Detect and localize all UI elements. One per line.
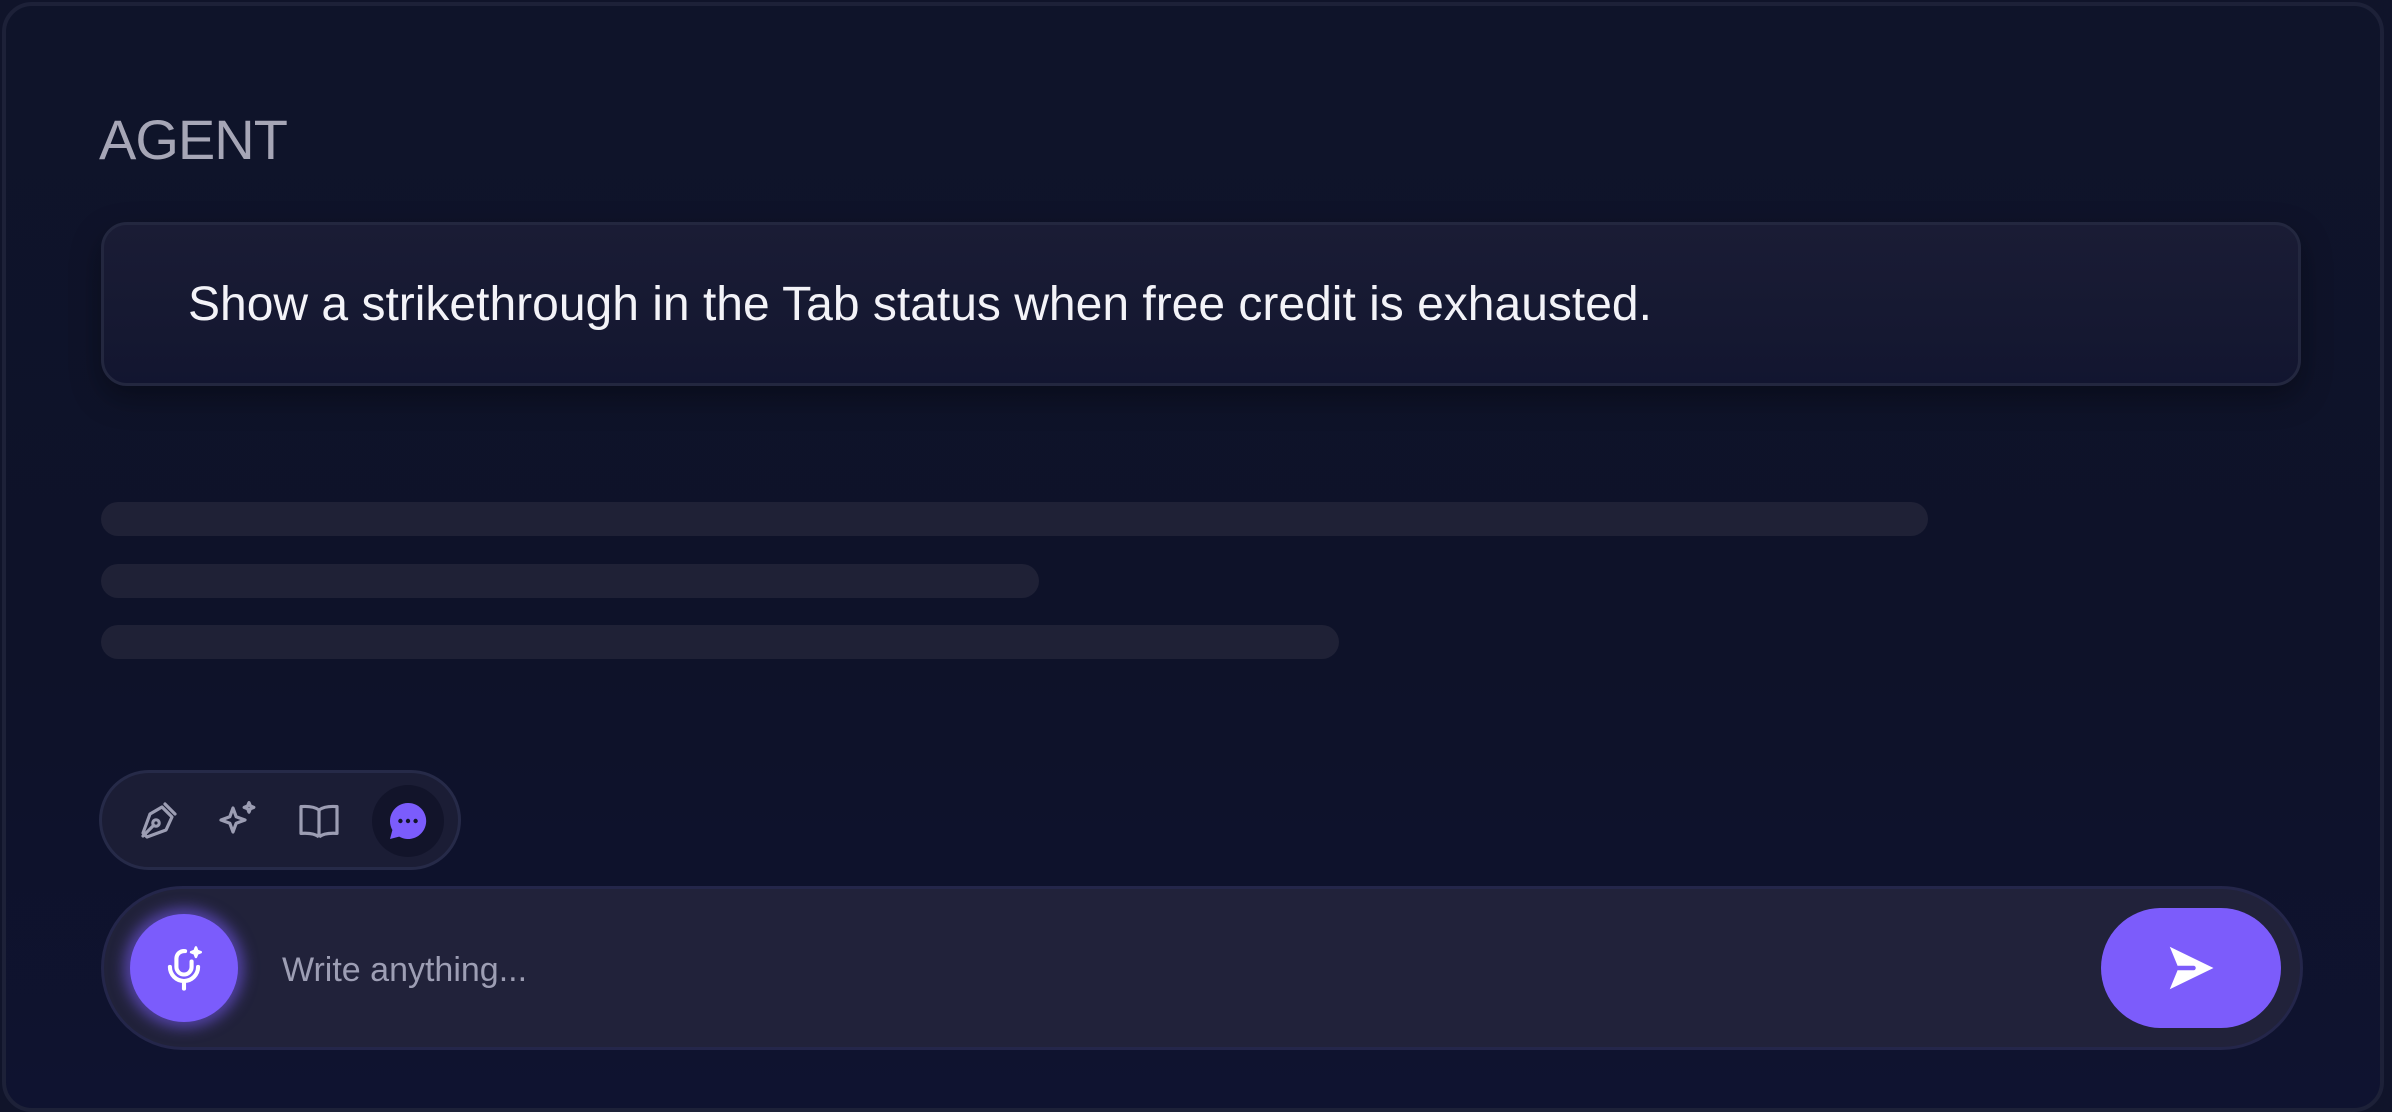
- user-prompt-text: Show a strikethrough in the Tab status w…: [188, 278, 1652, 331]
- mode-selector: [99, 770, 461, 870]
- loading-skeleton-line: [101, 564, 1039, 598]
- send-icon: [2169, 946, 2214, 990]
- mode-button-chat[interactable]: [372, 785, 444, 857]
- pen-tool-icon: [141, 802, 177, 839]
- book-open-icon: [299, 804, 339, 839]
- composer: [101, 886, 2303, 1050]
- loading-skeleton-line: [101, 502, 1928, 536]
- mode-button-docs[interactable]: [283, 785, 355, 857]
- message-input[interactable]: [280, 929, 2084, 1011]
- loading-skeleton-line: [101, 625, 1339, 659]
- voice-input-button[interactable]: [130, 914, 238, 1022]
- user-prompt-card: Show a strikethrough in the Tab status w…: [101, 222, 2301, 386]
- mode-button-write[interactable]: [122, 785, 194, 857]
- sparkles-icon: [219, 801, 256, 834]
- panel-title: AGENT: [99, 108, 288, 171]
- send-button[interactable]: [2101, 908, 2281, 1028]
- chat-bubble-icon: [389, 802, 427, 839]
- agent-panel: AGENT Show a strikethrough in the Tab st…: [2, 2, 2384, 1112]
- mode-button-ai[interactable]: [202, 785, 274, 857]
- mic-sparkle-icon: [167, 946, 202, 991]
